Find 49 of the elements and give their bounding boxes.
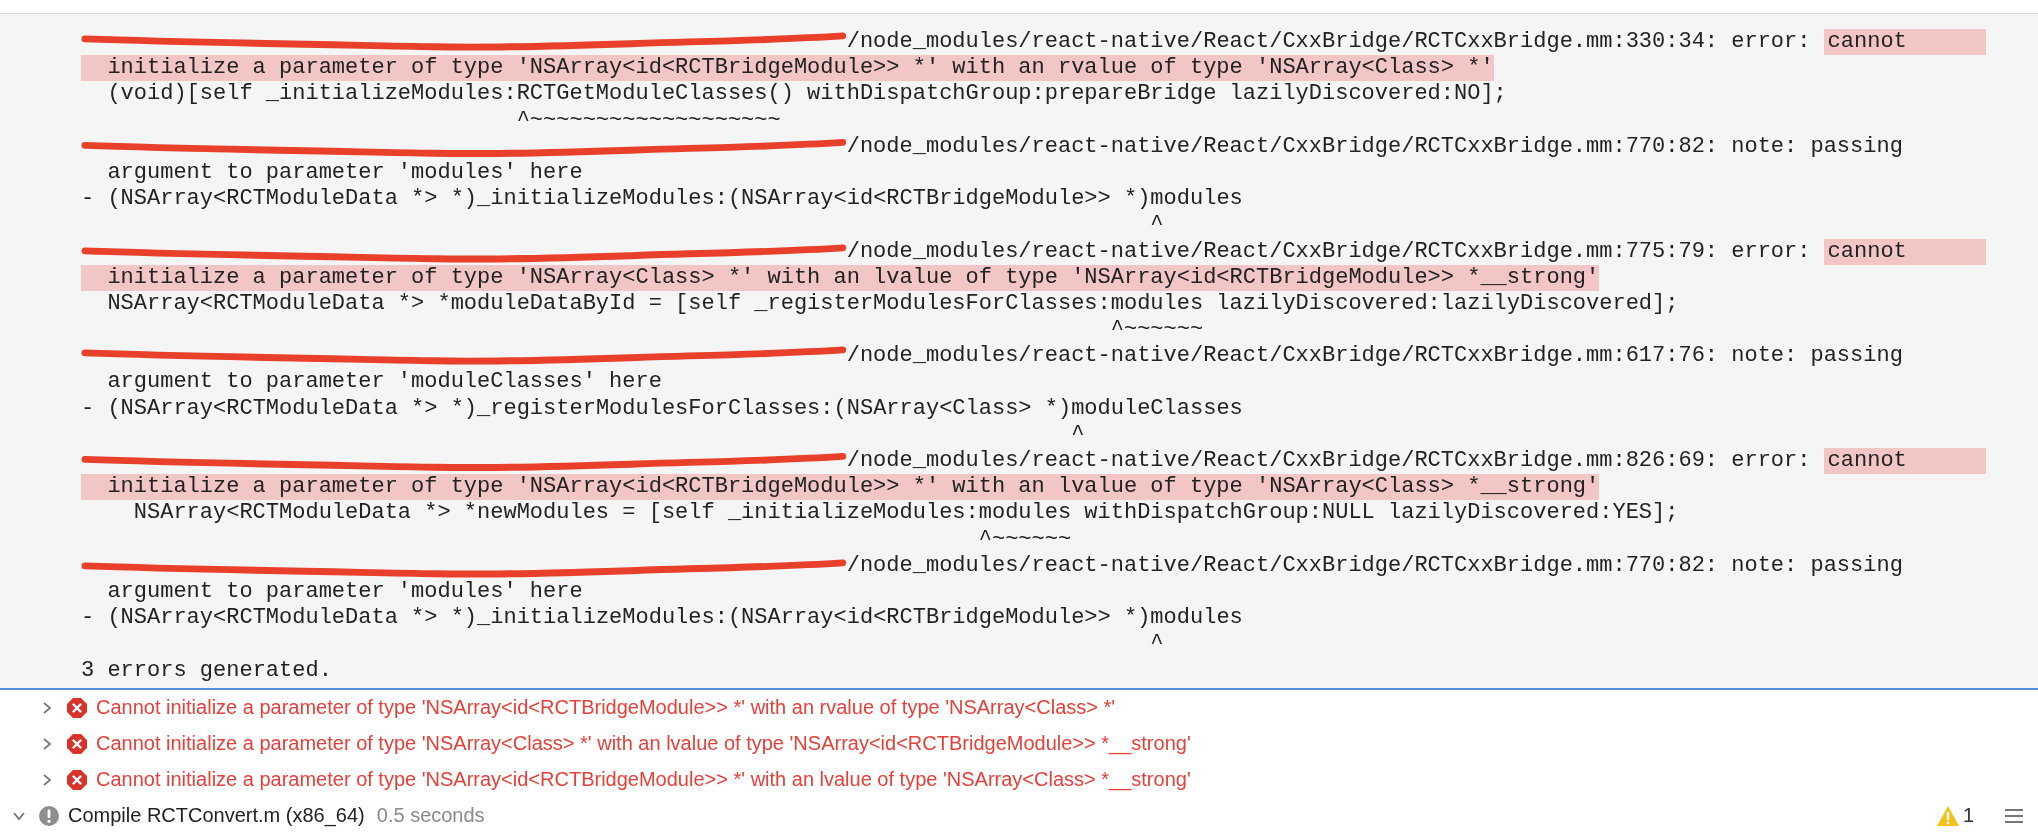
- file-location: /node_modules/react-native/React/CxxBridge/RCTCxxBridge.mm:826:69:: [846, 448, 1719, 475]
- warning-count: 1: [1962, 804, 1974, 828]
- source-code-line: NSArray<RCTModuleData *> *moduleDataById = [self _registerModulesForClasses:modules lazilyDiscovered:lazilyDiscovered];: [106, 290, 1679, 318]
- caret-marker: ^~~~~~~~~~~~~~~~~~~~: [516, 107, 781, 134]
- exclamation-icon: [38, 804, 60, 827]
- caret-marker: ^~~~~~~: [1110, 317, 1204, 344]
- error-icon: [66, 732, 88, 755]
- caret-marker: ^~~~~~~: [978, 526, 1072, 553]
- file-location: /node_modules/react-native/React/CxxBridge/RCTCxxBridge.mm:617:76:: [846, 343, 1719, 370]
- diagnostic-message: initialize a parameter of type 'NSArray<Class> *' with an lvalue of type 'NSArray<id<RCTBridgeModule>> *__strong': [81, 264, 1600, 291]
- duration-label: 0.5 seconds: [376, 804, 485, 828]
- diagnostic-label: error:: [1731, 238, 1811, 265]
- source-code-line: - (NSArray<RCTModuleData *> *)_initializeModules:(NSArray<id<RCTBridgeModule>> *)modules: [81, 186, 1243, 213]
- diagnostic-label: note:: [1731, 133, 1798, 160]
- diagnostic-label: note:: [1731, 343, 1798, 370]
- source-code-line: - (NSArray<RCTModuleData *> *)_registerModulesForClasses:(NSArray<Class> *)moduleClasses: [81, 395, 1243, 422]
- compile-step[interactable]: Compile RCTConvert.m (x86_64): [68, 804, 365, 828]
- error-icon: [66, 768, 88, 791]
- error-message[interactable]: Cannot initialize a parameter of type 'NSArray<id<RCTBridgeModule>> *' with an rvalue of type 'NSArray<Class> *': [96, 696, 1116, 720]
- caret-marker: ^: [1150, 212, 1164, 239]
- source-code-line: (void)[self _initializeModules:RCTGetModuleClasses() withDispatchGroup:prepareBridge lazilyDiscovered:NO];: [106, 81, 1507, 108]
- caret-marker: ^: [1150, 631, 1164, 658]
- error-icon: [66, 696, 88, 719]
- warning-icon: [1935, 804, 1960, 827]
- diagnostic-message: argument to parameter 'modules' here: [106, 578, 583, 606]
- file-location: /node_modules/react-native/React/CxxBridge/RCTCxxBridge.mm:770:82:: [846, 133, 1719, 160]
- diagnostic-message: argument to parameter 'moduleClasses' here: [106, 369, 662, 396]
- diagnostic-message: cannot: [1823, 29, 1987, 56]
- diagnostic-message: initialize a parameter of type 'NSArray<id<RCTBridgeModule>> *' with an lvalue of type 'NSArray<Class> *__strong': [81, 474, 1600, 501]
- file-location: /node_modules/react-native/React/CxxBridge/RCTCxxBridge.mm:775:79:: [846, 238, 1719, 265]
- diagnostic-label: note:: [1731, 552, 1798, 579]
- file-location: /node_modules/react-native/React/CxxBridge/RCTCxxBridge.mm:330:34:: [846, 29, 1719, 56]
- diagnostic-message: cannot: [1823, 448, 1987, 475]
- diagnostic-message: passing: [1810, 133, 1903, 160]
- diagnostic-message: passing: [1810, 552, 1903, 579]
- build-summary: 3 errors generated.: [81, 657, 332, 684]
- source-code-line: NSArray<RCTModuleData *> *newModules = [self _initializeModules:modules withDispatchGroup:NULL lazilyDiscovered:YES];: [132, 500, 1679, 527]
- file-location: /node_modules/react-native/React/CxxBridge/RCTCxxBridge.mm:770:82:: [846, 552, 1719, 579]
- diagnostic-message: passing: [1810, 343, 1903, 370]
- diagnostic-message: argument to parameter 'modules' here: [106, 159, 583, 187]
- caret-marker: ^: [1071, 421, 1085, 448]
- diagnostic-message: initialize a parameter of type 'NSArray<id<RCTBridgeModule>> *' with an rvalue of type 'NSArray<Class> *': [81, 55, 1494, 82]
- source-code-line: - (NSArray<RCTModuleData *> *)_initializeModules:(NSArray<id<RCTBridgeModule>> *)modules: [81, 605, 1243, 632]
- error-message[interactable]: Cannot initialize a parameter of type 'NSArray<id<RCTBridgeModule>> *' with an lvalue of type 'NSArray<Class> *__strong': [96, 768, 1191, 792]
- error-message[interactable]: Cannot initialize a parameter of type 'NSArray<Class> *' with an lvalue of type 'NSArray<id<RCTBridgeModule>> *__strong': [96, 732, 1191, 756]
- diagnostic-label: error:: [1731, 448, 1811, 475]
- diagnostic-label: error:: [1731, 29, 1811, 56]
- diagnostic-message: cannot: [1823, 238, 1987, 265]
- list-icon[interactable]: [2004, 807, 2024, 824]
